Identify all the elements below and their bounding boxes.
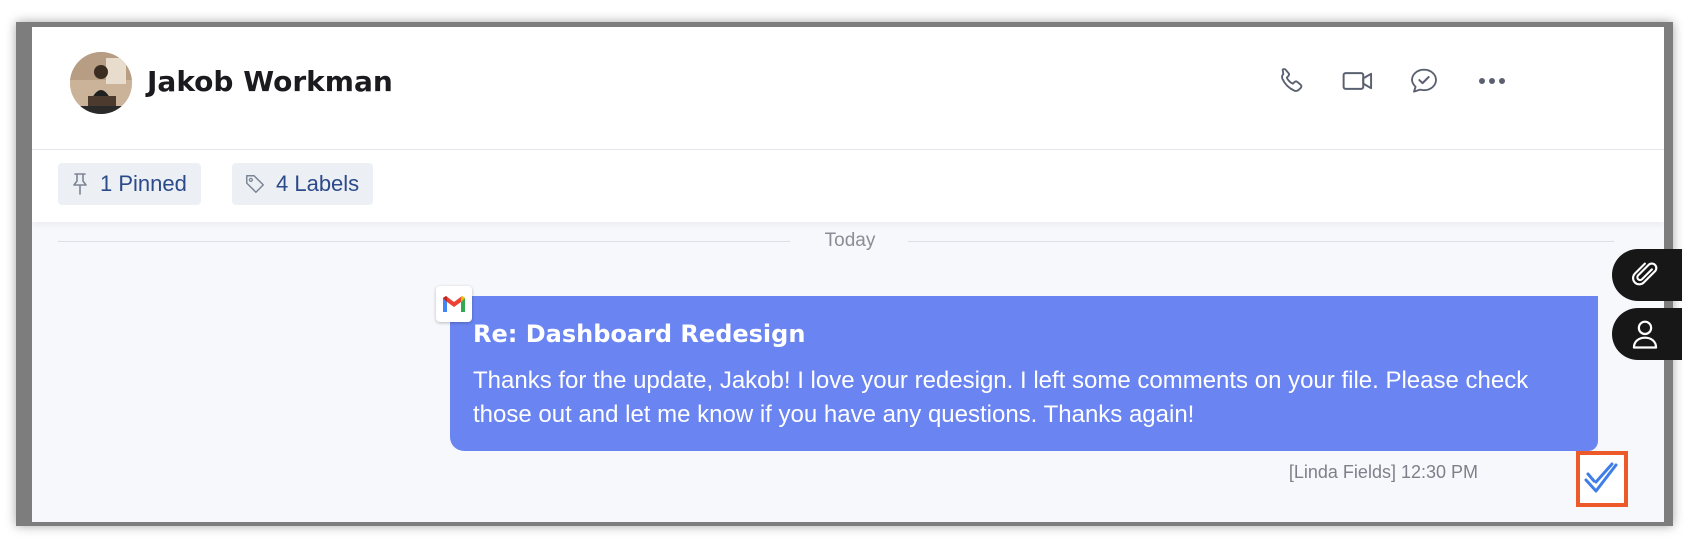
paperclip-icon: [1632, 262, 1658, 286]
attachments-side-button[interactable]: [1612, 249, 1682, 301]
date-divider-line-left: [58, 241, 790, 242]
message-body: Thanks for the update, Jakob! I love you…: [473, 367, 1529, 428]
labels-chip[interactable]: 4 Labels: [232, 163, 374, 205]
contact-side-button[interactable]: [1612, 308, 1682, 360]
message-source-badge: [436, 286, 472, 322]
pinned-label: 1 Pinned: [100, 171, 187, 196]
person-icon: [1632, 320, 1658, 349]
pin-icon: [73, 173, 87, 195]
date-divider-label: Today: [824, 230, 876, 251]
user-photo-avatar-icon: [70, 52, 132, 114]
read-status-indicator[interactable]: [1576, 451, 1628, 507]
pinned-chip[interactable]: 1 Pinned: [58, 163, 201, 205]
contact-avatar[interactable]: [70, 52, 132, 114]
date-divider-line-right: [908, 241, 1614, 242]
contact-name: Jakob Workman: [147, 65, 393, 98]
phone-icon: [1281, 68, 1303, 92]
message-subject: Re: Dashboard Redesign: [473, 320, 806, 348]
labels-label: 4 Labels: [276, 171, 360, 196]
call-button[interactable]: [1272, 61, 1312, 101]
chat-check-icon: [1411, 68, 1437, 93]
more-options-button[interactable]: [1472, 61, 1512, 101]
message-meta: [Linda Fields] 12:30 PM: [1288, 462, 1478, 482]
video-camera-icon: [1342, 72, 1373, 90]
conversation-toolbar: 1 Pinned 4 Labels: [32, 150, 1664, 222]
chat-button[interactable]: [1404, 61, 1444, 101]
double-check-icon: [1584, 462, 1618, 493]
more-dots-icon: [1479, 78, 1505, 84]
gmail-icon: [443, 296, 465, 312]
video-call-button[interactable]: [1338, 61, 1378, 101]
conversation-header: Jakob Workman: [32, 27, 1664, 150]
tag-icon: [246, 175, 264, 193]
